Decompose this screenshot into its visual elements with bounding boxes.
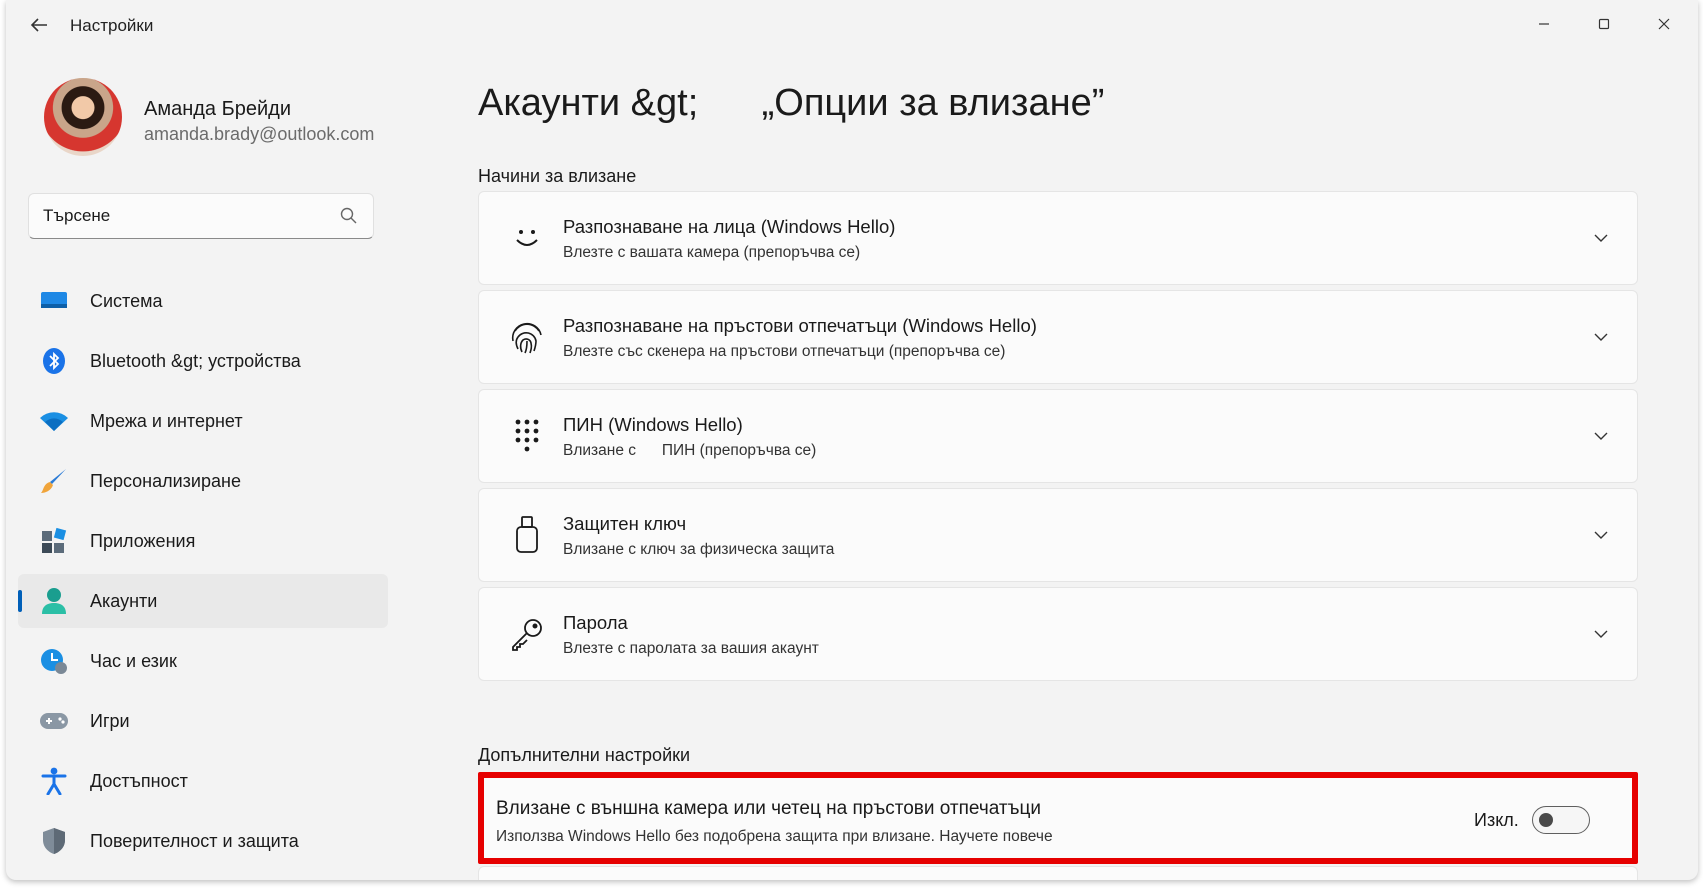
sidebar-item-label: Достъпност: [90, 770, 188, 791]
option-title: ПИН (Windows Hello): [563, 414, 743, 435]
sidebar-item-time-language[interactable]: Час и език: [18, 634, 388, 688]
option-password[interactable]: Парола Влезте с паролата за вашия акаунт: [478, 587, 1638, 681]
sidebar-item-bluetooth[interactable]: Bluetooth &gt; устройства: [18, 334, 388, 388]
back-button[interactable]: [24, 12, 54, 38]
chevron-down-icon[interactable]: [1591, 525, 1611, 545]
next-setting-card: [478, 866, 1638, 880]
pin-keypad-icon: [507, 416, 547, 456]
face-icon: [507, 218, 547, 258]
option-face-recognition[interactable]: Разпознаване на лица (Windows Hello) Вле…: [478, 191, 1638, 285]
section-title-sign-in-ways: Начини за влизане: [478, 166, 637, 186]
external-camera-setting: Влизане с външна камера или четец на пръ…: [478, 772, 1638, 864]
page-title: Акаунти &gt; „Опции за влизане”: [478, 82, 1105, 124]
maximize-icon: [1598, 18, 1610, 30]
option-title: Разпознаване на пръстови отпечатъци (Win…: [563, 315, 1037, 336]
key-icon: [507, 614, 547, 654]
external-camera-toggle[interactable]: [1532, 806, 1590, 834]
option-description: Влизане с ключ за физическа защита: [563, 541, 835, 558]
accessibility-icon: [38, 766, 70, 796]
wifi-icon: [38, 406, 70, 436]
paintbrush-icon: [38, 466, 70, 496]
setting-description: Използва Windows Hello без подобрена защ…: [496, 828, 1053, 845]
bluetooth-icon: [38, 346, 70, 376]
sidebar-item-network[interactable]: Мрежа и интернет: [18, 394, 388, 448]
profile-name: Аманда Брейди: [144, 98, 291, 120]
option-description: Влезте с паролата за вашия акаунт: [563, 640, 819, 657]
option-description: Влезте с вашата камера (препоръчва се): [563, 244, 861, 261]
sidebar-item-gaming[interactable]: Игри: [18, 694, 388, 748]
minimize-button[interactable]: [1524, 10, 1564, 38]
app-title: Настройки: [70, 16, 154, 35]
sidebar-item-label: Приложения: [90, 530, 196, 551]
sidebar-item-privacy[interactable]: Поверителност и защита: [18, 814, 388, 868]
close-icon: [1658, 18, 1670, 30]
security-key-icon: [507, 515, 547, 555]
sidebar-item-label: Система: [90, 290, 163, 311]
fingerprint-icon: [507, 317, 547, 357]
setting-title: Влизане с външна камера или четец на пръ…: [496, 798, 1041, 819]
sidebar-item-label: Час и език: [90, 650, 177, 671]
section-title-additional: Допълнителни настройки: [478, 745, 691, 765]
sidebar-item-system[interactable]: Система: [18, 274, 388, 328]
gamepad-icon: [38, 706, 70, 736]
sidebar-item-label: Акаунти: [90, 590, 158, 611]
chevron-down-icon[interactable]: [1591, 228, 1611, 248]
system-icon: [38, 286, 70, 316]
sidebar-item-label: Поверителност и защита: [90, 830, 299, 851]
chevron-down-icon[interactable]: [1591, 426, 1611, 446]
sidebar-item-label: Мрежа и интернет: [90, 410, 243, 431]
shield-icon: [38, 826, 70, 856]
option-title: Парола: [563, 612, 628, 633]
time-language-icon: [38, 646, 70, 676]
toggle-state-label: Изкл.: [1474, 810, 1519, 830]
sidebar-item-apps[interactable]: Приложения: [18, 514, 388, 568]
sidebar-item-accounts[interactable]: Акаунти: [18, 574, 388, 628]
sidebar-item-label: Игри: [90, 710, 130, 731]
option-pin[interactable]: ПИН (Windows Hello) Влизане с ПИН (препо…: [478, 389, 1638, 483]
maximize-button[interactable]: [1584, 10, 1624, 38]
profile-email: amanda.brady@outlook.com: [144, 124, 375, 144]
sidebar-nav: Система Bluetooth &gt; устройства Мрежа …: [18, 274, 388, 874]
back-arrow-icon: [30, 18, 47, 32]
sidebar-item-label: Bluetooth &gt; устройства: [90, 350, 301, 371]
title-bar: Настройки: [6, 0, 1698, 50]
chevron-down-icon[interactable]: [1591, 327, 1611, 347]
search-icon: [340, 207, 357, 224]
search-box[interactable]: [28, 193, 374, 239]
chevron-down-icon[interactable]: [1591, 624, 1611, 644]
selection-indicator: [18, 590, 22, 612]
close-button[interactable]: [1644, 10, 1684, 38]
search-input[interactable]: [43, 194, 313, 238]
apps-icon: [38, 526, 70, 556]
option-fingerprint[interactable]: Разпознаване на пръстови отпечатъци (Win…: [478, 290, 1638, 384]
option-description: Влезте със скенера на пръстови отпечатъц…: [563, 343, 1006, 360]
option-description: Влизане с ПИН (препоръчва се): [563, 442, 817, 459]
sidebar-item-label: Персонализиране: [90, 470, 241, 491]
sidebar-item-personalization[interactable]: Персонализиране: [18, 454, 388, 508]
option-title: Защитен ключ: [563, 513, 687, 534]
minimize-icon: [1539, 23, 1549, 25]
avatar: [44, 78, 122, 156]
option-title: Разпознаване на лица (Windows Hello): [563, 216, 896, 237]
accounts-icon: [38, 586, 70, 616]
profile-card[interactable]: Аманда Брейди amanda.brady@outlook.com: [44, 78, 404, 158]
toggle-knob: [1539, 813, 1553, 827]
sidebar-item-accessibility[interactable]: Достъпност: [18, 754, 388, 808]
option-security-key[interactable]: Защитен ключ Влизане с ключ за физическа…: [478, 488, 1638, 582]
settings-window: Настройки Аманда Брейди amanda.brady@out…: [6, 0, 1698, 880]
